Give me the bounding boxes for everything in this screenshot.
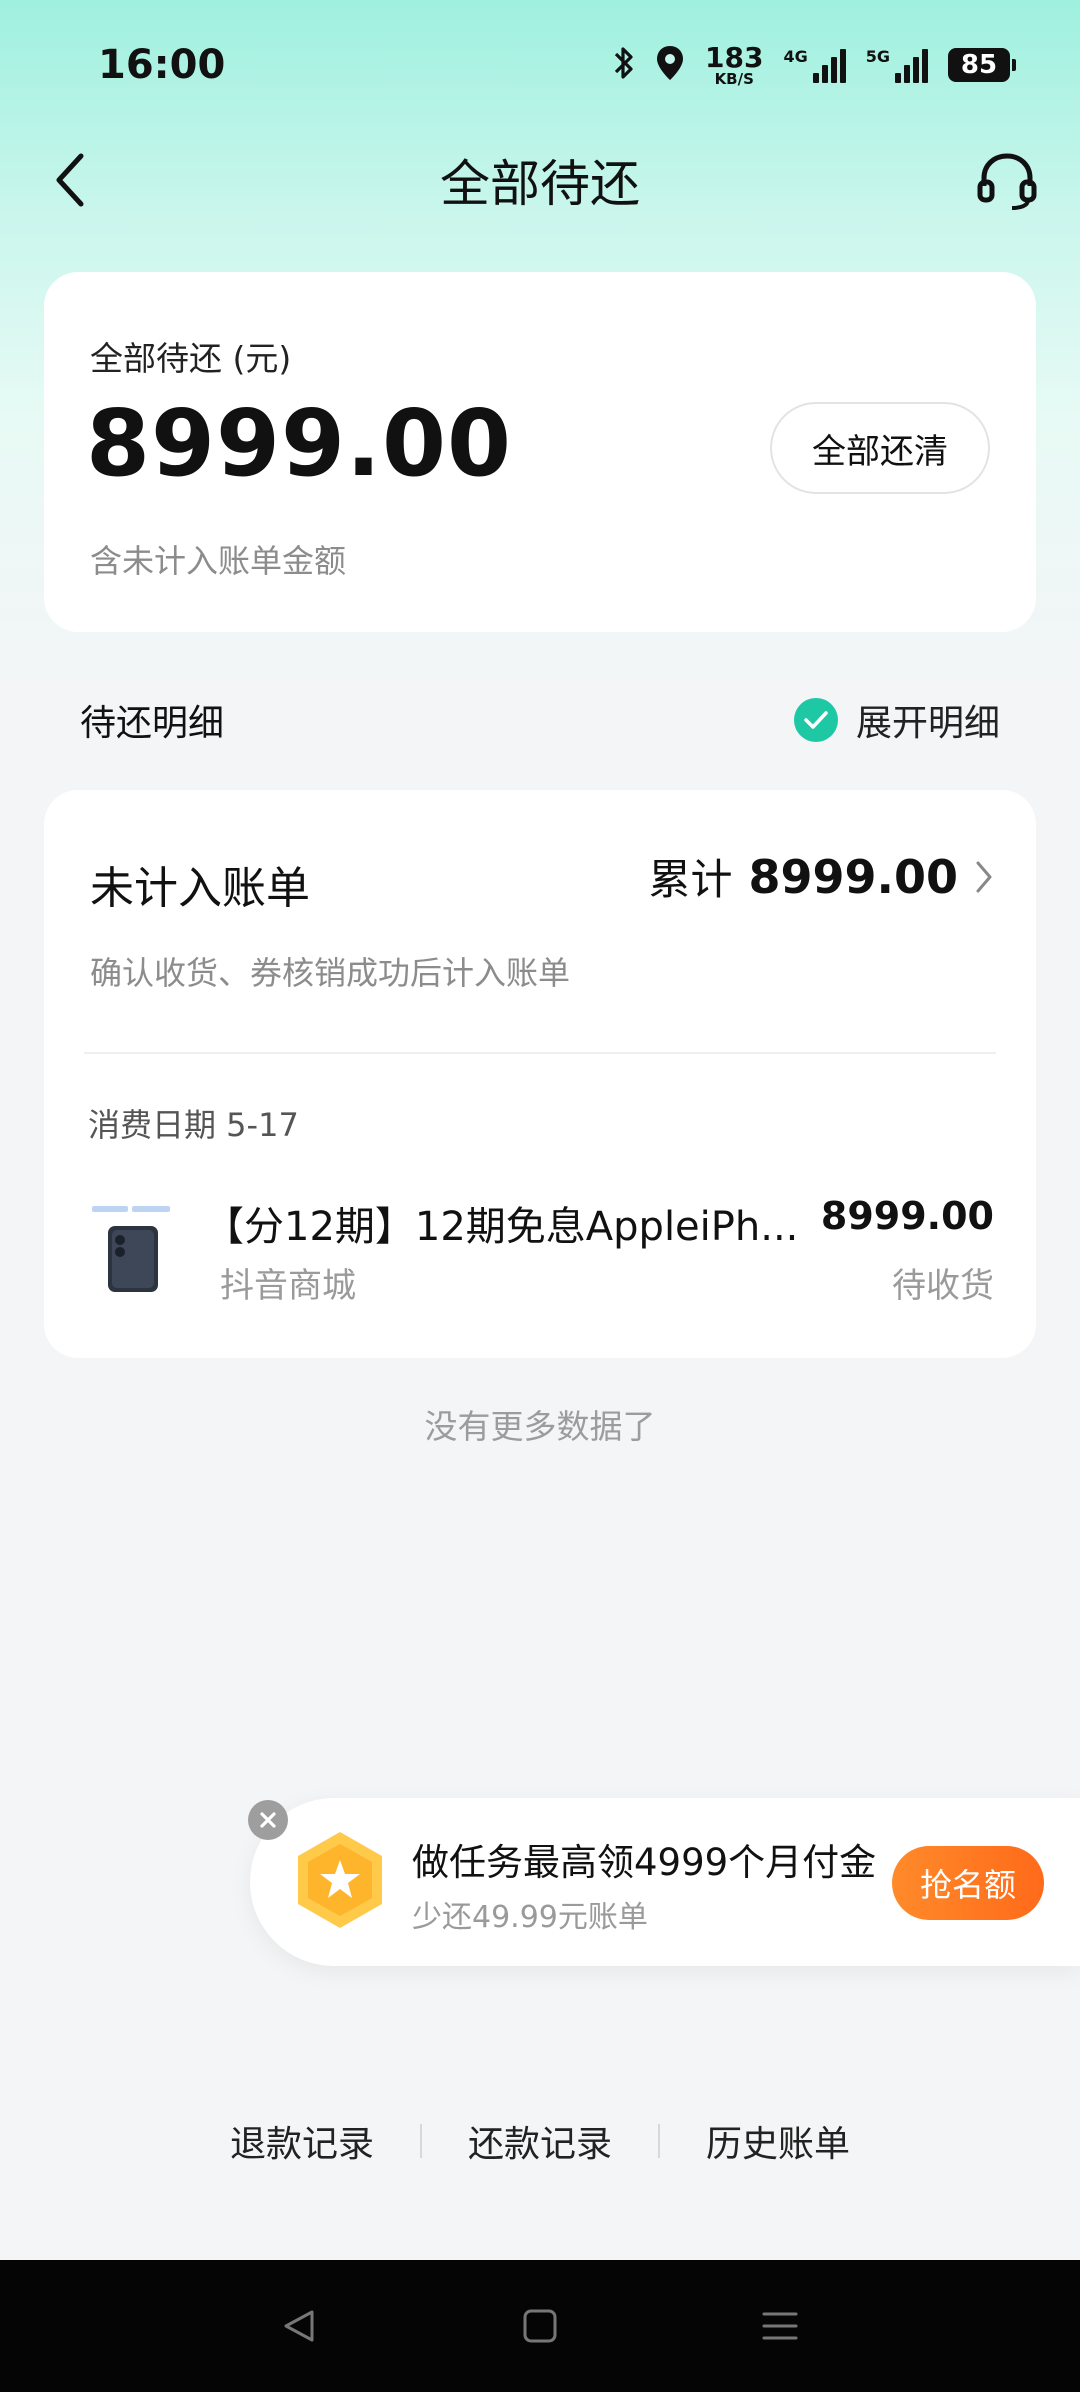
expand-details-label: 展开明细 <box>855 703 1000 744</box>
promo-subtitle: 少还49.99元账单 <box>412 1900 648 1935</box>
order-merchant: 抖音商城 <box>220 1266 356 1306</box>
order-title: 【分12期】12期免息AppleiPh... <box>204 1204 799 1250</box>
network-speed: 183 KB/S <box>705 40 764 88</box>
back-button[interactable] <box>40 150 100 210</box>
details-section-header: 待还明细 展开明细 <box>80 690 1000 750</box>
network-speed-value: 183 <box>705 40 764 74</box>
close-icon <box>260 1812 276 1828</box>
pay-all-button[interactable]: 全部还清 <box>770 402 990 494</box>
battery-icon: 85 <box>948 48 1016 82</box>
order-amount: 8999.00 <box>820 1194 994 1238</box>
network-speed-unit: KB/S <box>714 69 754 88</box>
unbilled-note: 确认收货、券核销成功后计入账单 <box>90 954 571 992</box>
star-medal-icon <box>288 1828 392 1932</box>
unbilled-card: 未计入账单 累计 8999.00 确认收货、券核销成功后计入账单 消费日期 5-… <box>44 790 1036 1358</box>
triangle-back-icon <box>284 2310 314 2342</box>
grab-quota-button[interactable]: 抢名额 <box>892 1846 1044 1920</box>
bluetooth-icon <box>613 45 635 85</box>
system-menu-button[interactable] <box>750 2296 810 2356</box>
promo-title: 做任务最高领4999个月付金 <box>412 1841 877 1884</box>
signal-4g-icon: 4G <box>783 47 846 83</box>
unbilled-title: 未计入账单 <box>90 863 310 914</box>
unbilled-total-value: 8999.00 <box>748 849 958 904</box>
consumption-date: 消费日期 5-17 <box>88 1106 299 1144</box>
signal-5g-icon: 5G <box>866 47 928 83</box>
total-due-amount: 8999.00 <box>86 390 513 497</box>
customer-service-button[interactable] <box>974 148 1040 214</box>
order-status: 待收货 <box>892 1266 994 1306</box>
headset-icon <box>977 153 1037 210</box>
promo-banner[interactable]: 做任务最高领4999个月付金 少还49.99元账单 抢名额 <box>250 1798 1080 1966</box>
page-title: 全部待还 <box>440 155 640 213</box>
system-back-button[interactable] <box>270 2296 330 2356</box>
unbilled-total-link[interactable]: 累计 8999.00 <box>648 846 994 907</box>
total-due-label: 全部待还 (元) <box>90 339 292 378</box>
history-bills-link[interactable]: 历史账单 <box>660 2115 896 2167</box>
repayment-records-link[interactable]: 还款记录 <box>422 2115 658 2167</box>
summary-card: 全部待还 (元) 8999.00 含未计入账单金额 全部还清 <box>44 272 1036 632</box>
nav-bar: 全部待还 <box>0 130 1080 230</box>
signal-5g-label: 5G <box>865 47 890 66</box>
unbilled-total-label: 累计 <box>648 855 733 904</box>
divider <box>84 1052 996 1054</box>
status-time: 16:00 <box>98 42 226 88</box>
chevron-left-icon <box>56 153 84 207</box>
bottom-links: 退款记录 还款记录 历史账单 <box>0 2108 1080 2174</box>
expand-details-toggle[interactable]: 展开明细 <box>793 694 1000 746</box>
product-thumbnail <box>90 1200 174 1296</box>
signal-4g-label: 4G <box>783 47 808 66</box>
refund-records-link[interactable]: 退款记录 <box>184 2115 420 2167</box>
location-icon <box>655 44 685 86</box>
menu-icon <box>762 2312 798 2340</box>
system-navigation-bar <box>0 2260 1080 2392</box>
list-end-text: 没有更多数据了 <box>424 1407 656 1446</box>
total-due-note: 含未计入账单金额 <box>90 542 347 580</box>
check-icon <box>793 698 838 742</box>
status-icons: 183 KB/S 4G 5G 85 <box>613 40 1016 88</box>
system-home-button[interactable] <box>510 2296 570 2356</box>
section-title: 待还明细 <box>80 703 225 744</box>
chevron-right-icon <box>976 861 992 892</box>
status-bar: 16:00 183 KB/S 4G 5G 85 <box>0 0 1080 130</box>
promo-close-button[interactable] <box>248 1800 288 1840</box>
square-home-icon <box>523 2309 557 2343</box>
